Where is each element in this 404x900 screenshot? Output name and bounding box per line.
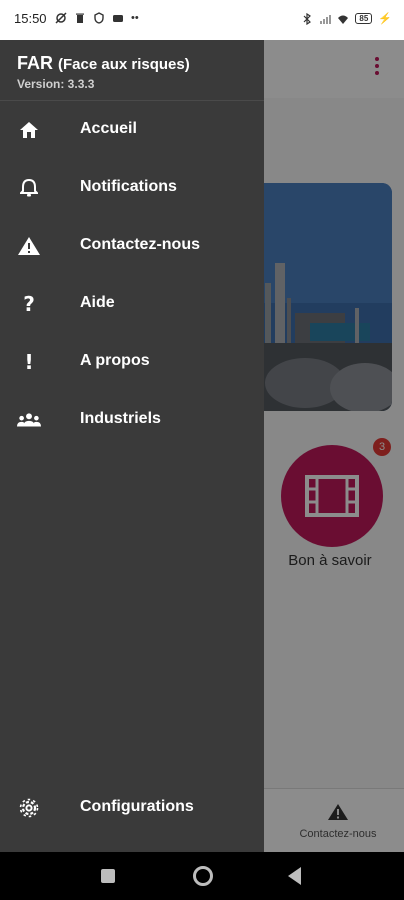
app-title-subtitle: (Face aux risques) bbox=[58, 56, 190, 73]
drawer-header: FAR (Face aux risques) Version: 3.3.3 bbox=[0, 40, 264, 101]
more-notifications-icon: •• bbox=[131, 12, 139, 24]
menu-item-label: Contactez-nous bbox=[80, 236, 200, 253]
wifi-icon bbox=[338, 15, 349, 24]
bell-icon bbox=[17, 176, 41, 200]
menu-item-label: A propos bbox=[80, 352, 150, 369]
menu-item-label: Configurations bbox=[80, 798, 194, 815]
recent-apps-icon[interactable] bbox=[101, 869, 115, 883]
menu-item-label: Accueil bbox=[80, 120, 137, 137]
exclamation-icon: ! bbox=[24, 350, 34, 374]
cast-icon bbox=[113, 15, 123, 22]
battery-icon: 85 bbox=[355, 13, 373, 24]
app-version: Version: 3.3.3 bbox=[17, 77, 95, 91]
shield-icon bbox=[94, 12, 104, 24]
menu-item-label: Aide bbox=[80, 294, 115, 311]
warning-icon bbox=[17, 234, 41, 258]
bluetooth-icon bbox=[303, 12, 312, 25]
menu-item-label: Industriels bbox=[80, 410, 161, 427]
menu-item-accueil[interactable]: Accueil bbox=[0, 105, 264, 155]
home-icon bbox=[17, 118, 41, 142]
menu-item-a-propos[interactable]: ! A propos bbox=[0, 337, 264, 387]
sync-off-icon bbox=[55, 12, 67, 24]
status-bar: 15:50 •• 85 ⚡ bbox=[0, 0, 404, 40]
people-icon bbox=[17, 408, 41, 432]
status-time: 15:50 bbox=[14, 11, 47, 26]
menu-item-notifications[interactable]: Notifications bbox=[0, 163, 264, 213]
question-icon: ? bbox=[23, 292, 35, 316]
back-icon[interactable] bbox=[288, 867, 301, 885]
status-left-icons: •• bbox=[55, 12, 139, 24]
trash-icon bbox=[76, 13, 84, 23]
menu-item-industriels[interactable]: Industriels bbox=[0, 395, 264, 445]
menu-item-label: Notifications bbox=[80, 178, 177, 195]
home-button-icon[interactable] bbox=[193, 866, 213, 886]
system-navigation-bar bbox=[0, 852, 404, 900]
menu-item-aide[interactable]: ? Aide bbox=[0, 279, 264, 329]
charging-icon: ⚡ bbox=[378, 13, 392, 25]
app-title-name: FAR bbox=[17, 53, 53, 73]
menu-item-configurations[interactable]: Configurations bbox=[0, 783, 264, 833]
app-title: FAR (Face aux risques) bbox=[17, 53, 190, 74]
navigation-drawer: FAR (Face aux risques) Version: 3.3.3 Ac… bbox=[0, 40, 264, 852]
menu-item-contactez-nous[interactable]: Contactez-nous bbox=[0, 221, 264, 271]
status-right-icons: 85 ⚡ bbox=[301, 12, 392, 25]
gear-icon bbox=[17, 796, 41, 820]
signal-icon bbox=[320, 14, 332, 24]
